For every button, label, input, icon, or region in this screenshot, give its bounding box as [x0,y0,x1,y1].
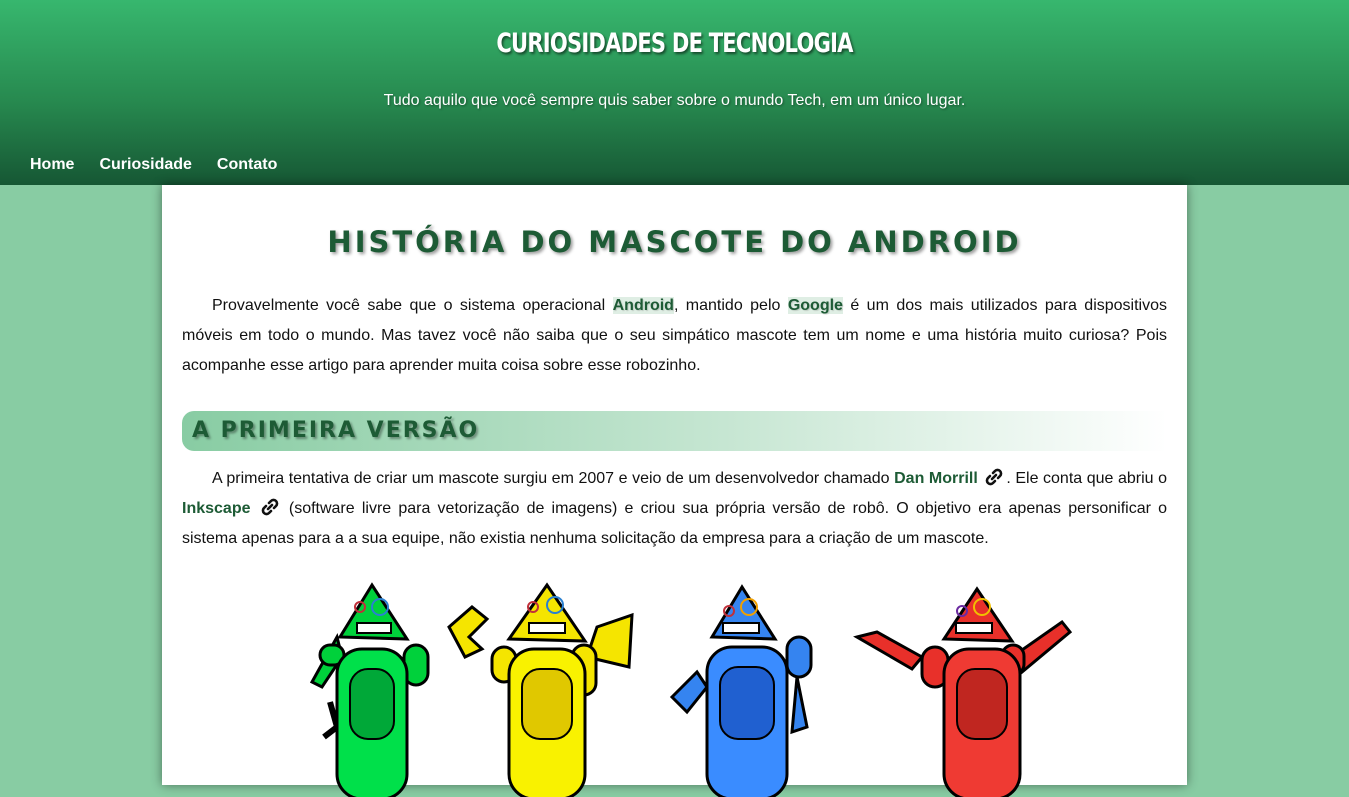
intro-text-2: , mantido pelo [673,297,788,314]
site-title: Curiosidades de Tecnologia [496,28,853,59]
site-header: Curiosidades de Tecnologia Tudo aquilo q… [0,0,1349,185]
google-highlight: Google [787,297,843,314]
yellow-robot [447,582,634,797]
red-robot [853,586,1073,797]
article-container: História do mascote do Android Provavelm… [162,185,1187,797]
inkscape-link[interactable]: Inkscape [182,500,250,517]
intro-text-1: Provavelmente você sabe que o sistema op… [212,297,613,314]
section1-text-2: . Ele conta que abriu o [1006,470,1167,487]
section-heading-primeira-versao: A primeira versão [182,411,1167,451]
article-title: História do mascote do Android [327,225,1022,259]
nav-curiosidade-link[interactable]: Curiosidade [99,156,191,174]
nav-home-link[interactable]: Home [30,156,74,174]
section1-text-3: (software livre para vetorização de imag… [182,500,1167,547]
site-subtitle: Tudo aquilo que você sempre quis saber s… [383,92,966,109]
section1-paragraph: A primeira tentativa de criar um mascote… [182,464,1167,554]
android-highlight: Android [612,297,674,314]
intro-paragraph: Provavelmente você sabe que o sistema op… [182,291,1167,381]
nav-contato-link[interactable]: Contato [217,156,277,174]
dan-morrill-link[interactable]: Dan Morrill [894,470,978,487]
paperclip-icon [986,468,1003,486]
blue-robot [669,584,813,797]
section1-text-1: A primeira tentativa de criar um mascote… [212,470,895,487]
main-nav: Home Curiosidade Contato [30,156,277,174]
paperclip-icon [261,498,278,516]
robot-mascots-illustration [309,582,1073,797]
green-robot [309,582,430,797]
